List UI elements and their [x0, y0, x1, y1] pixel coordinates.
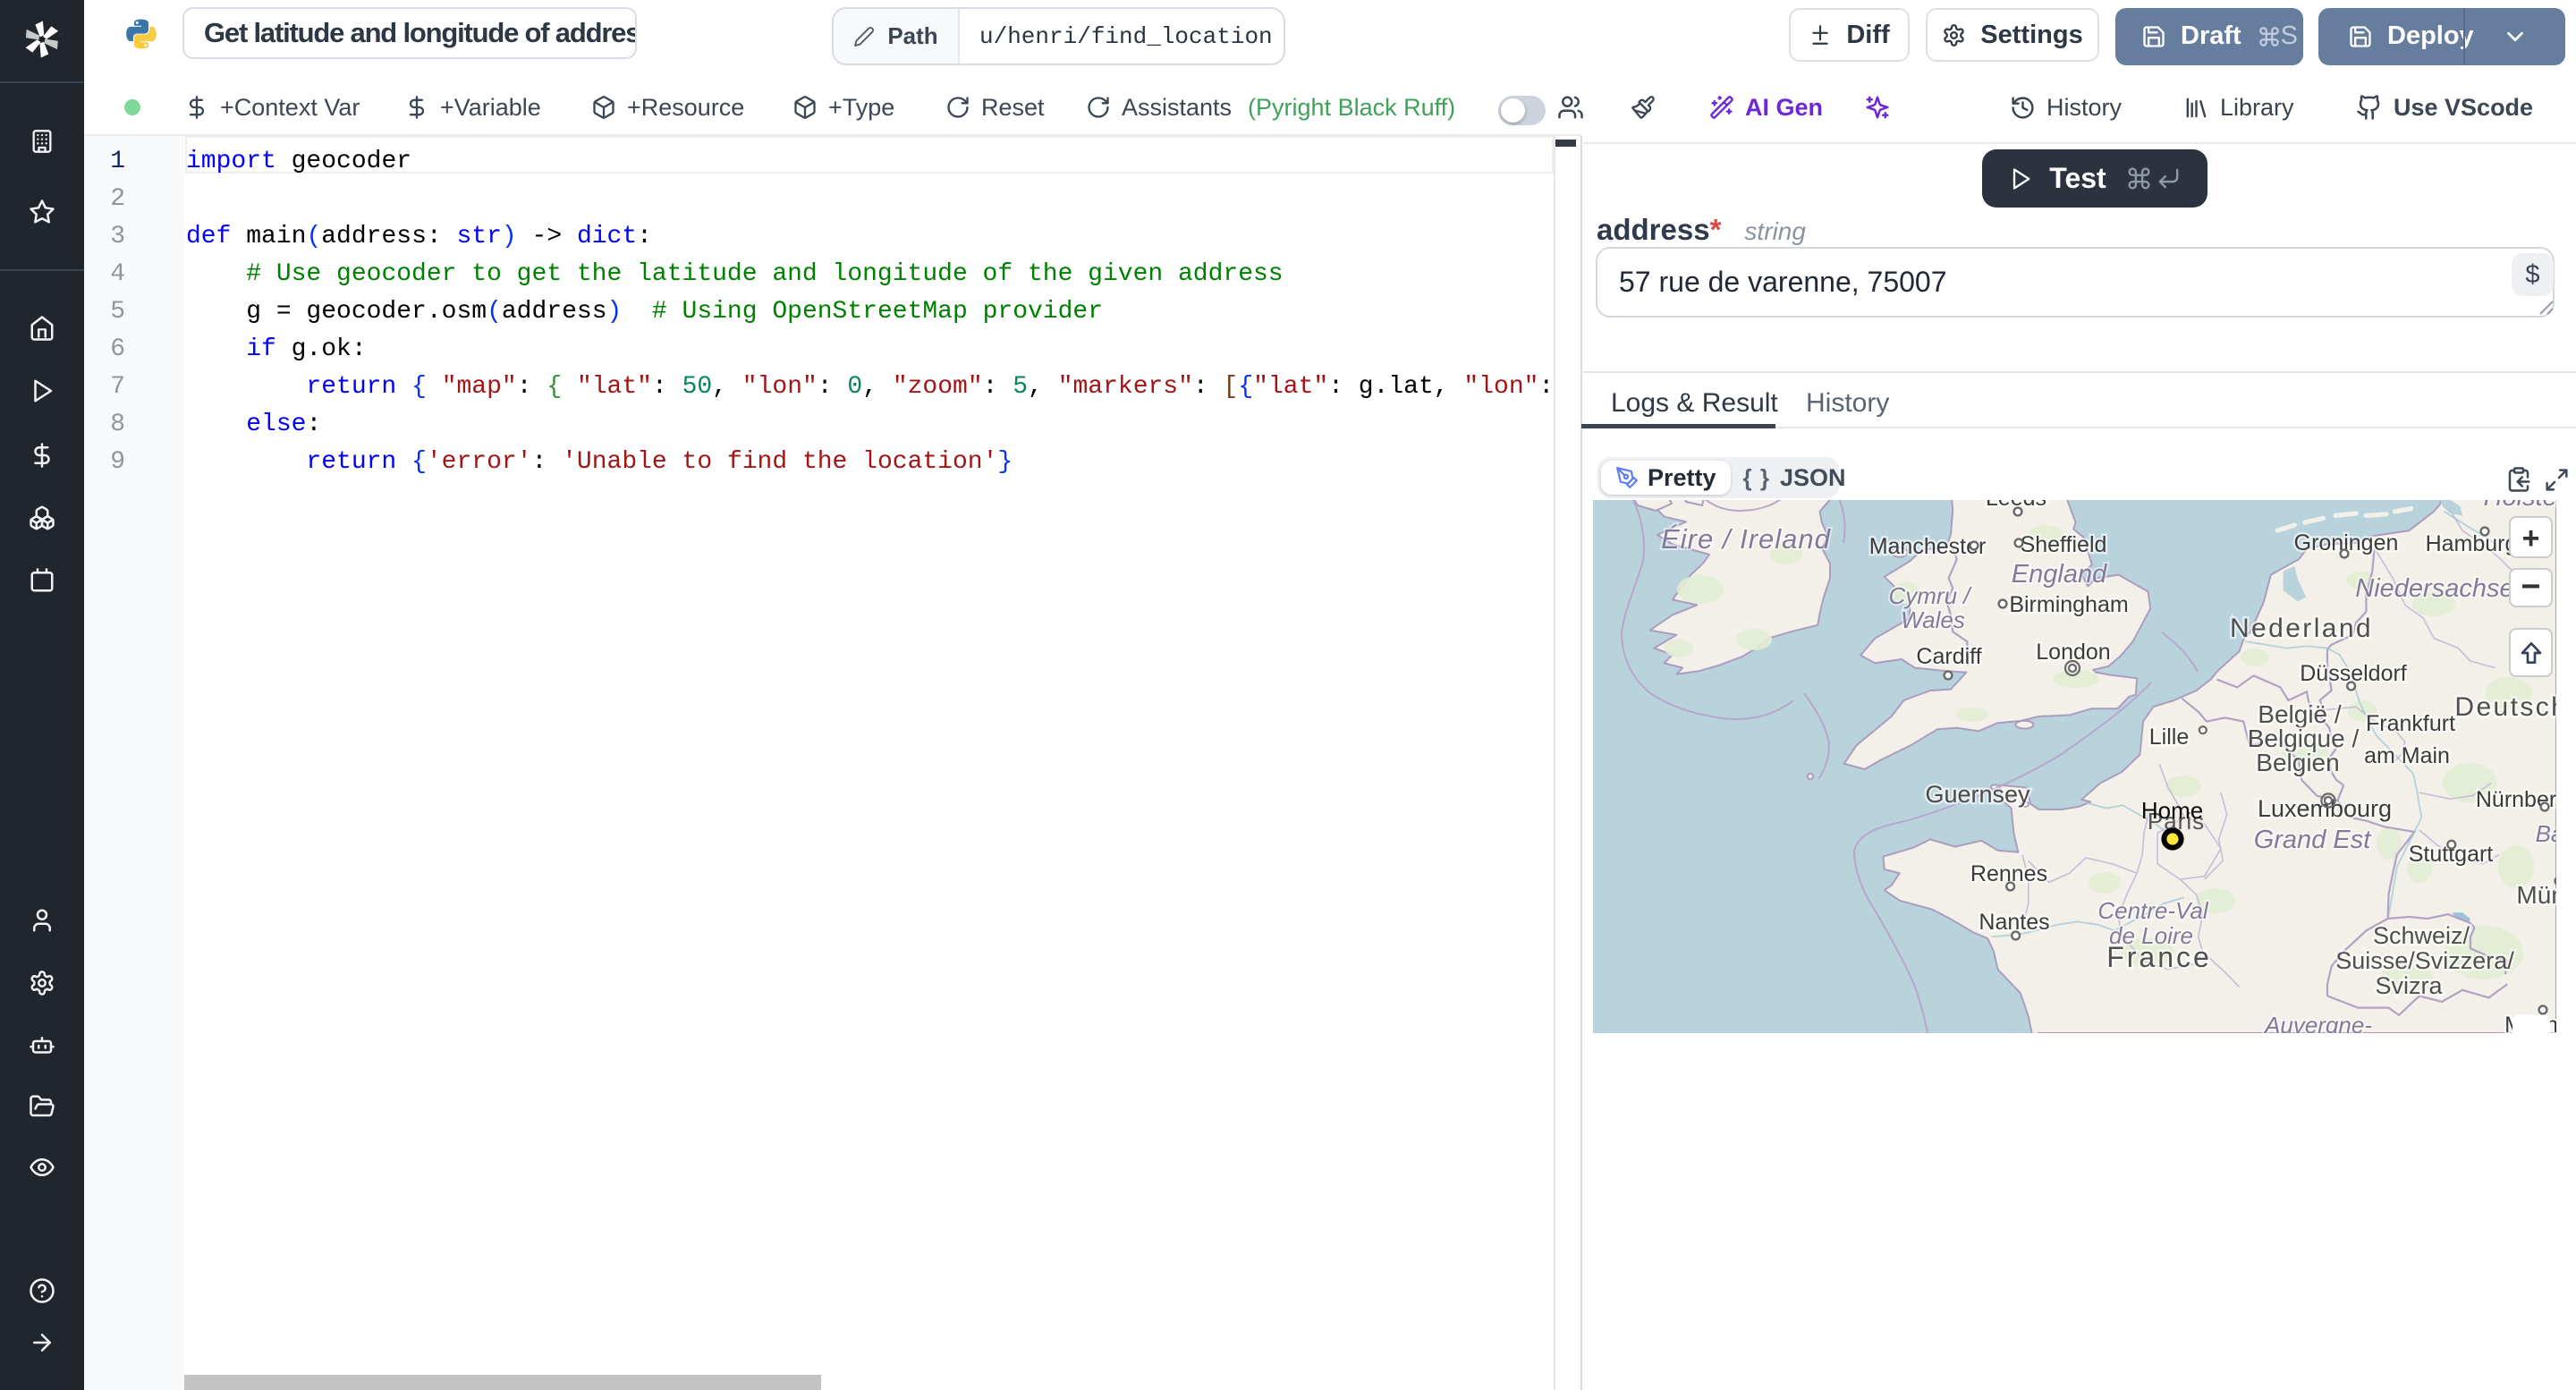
svg-text:de Loire: de Loire: [2109, 922, 2193, 949]
svg-text:Wales: Wales: [1901, 606, 1965, 633]
svg-text:Grand Est: Grand Est: [2254, 826, 2372, 854]
svg-text:Belgien: Belgien: [2256, 749, 2339, 776]
svg-text:Deutschland: Deutschland: [2454, 692, 2556, 722]
svg-text:Svizra: Svizra: [2375, 972, 2443, 999]
svg-text:Sheffield: Sheffield: [2021, 532, 2107, 557]
svg-text:Lille: Lille: [2149, 725, 2189, 750]
svg-text:Hamburg: Hamburg: [2426, 531, 2518, 556]
svg-text:Centre-Val: Centre-Val: [2097, 897, 2209, 924]
svg-text:Holstein: Holstein: [2484, 500, 2556, 512]
svg-text:Suisse/Svizzera/: Suisse/Svizzera/: [2335, 947, 2514, 974]
svg-text:Nederland: Nederland: [2230, 614, 2373, 643]
svg-text:Cardiff: Cardiff: [1916, 644, 1981, 669]
svg-text:am Main: am Main: [2364, 743, 2450, 768]
svg-text:Auvergne-: Auvergne-: [2263, 1012, 2372, 1033]
svg-text:Cymru /: Cymru /: [1889, 582, 1973, 609]
svg-text:Frankfurt: Frankfurt: [2366, 711, 2455, 736]
svg-text:Birmingham: Birmingham: [2009, 592, 2128, 617]
svg-text:Manchester: Manchester: [1869, 534, 1987, 559]
svg-text:Schweiz/: Schweiz/: [2373, 922, 2470, 949]
svg-text:Éire / Ireland: Éire / Ireland: [1661, 523, 1832, 555]
svg-text:Home: Home: [2141, 797, 2203, 824]
svg-text:Niedersachsen: Niedersachsen: [2355, 574, 2528, 603]
svg-text:Guernsey: Guernsey: [1925, 781, 2030, 808]
svg-text:England: England: [2012, 560, 2107, 589]
svg-text:München: München: [2516, 881, 2556, 909]
svg-text:Bay: Bay: [2536, 820, 2556, 847]
